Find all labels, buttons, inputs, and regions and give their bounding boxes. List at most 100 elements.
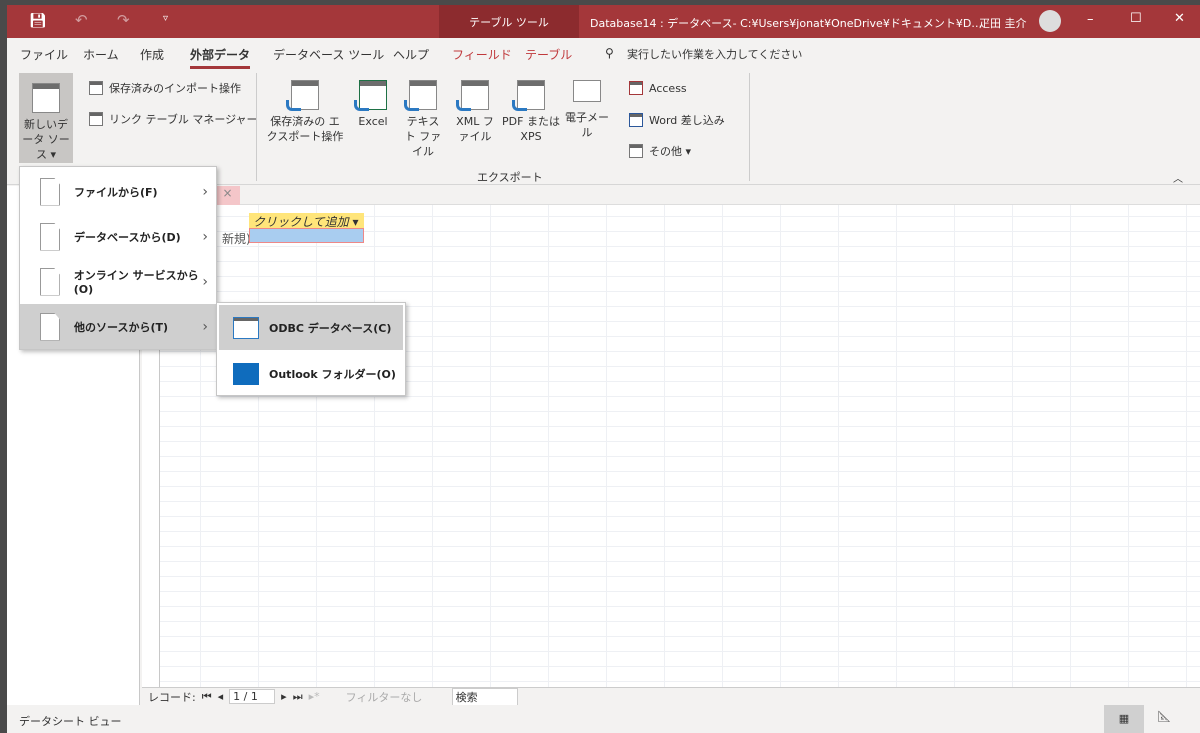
collapse-ribbon-icon[interactable]: ︿	[1173, 170, 1183, 185]
close-button[interactable]: ✕	[1174, 11, 1185, 26]
filter-status[interactable]: フィルターなし	[346, 689, 446, 705]
database-icon	[40, 222, 60, 251]
menu-item-label: ファイルから(F)	[74, 185, 158, 199]
context-tab-label: テーブル ツール	[439, 5, 579, 38]
menu-item-from-file[interactable]: ファイルから(F) ›	[20, 169, 216, 214]
export-access-button[interactable]: Access	[629, 81, 687, 95]
chevron-right-icon: ›	[202, 183, 208, 200]
tab-external-data[interactable]: 外部データ	[190, 46, 251, 69]
divider	[256, 73, 257, 181]
other-sources-submenu: ODBC データベース(C) Outlook フォルダー(O)	[216, 302, 406, 396]
close-tab-icon[interactable]: ×	[215, 186, 240, 205]
user-name[interactable]: 疋田 圭介	[979, 15, 1027, 31]
window-title: Database14 : データベース- C:¥Users¥jonat¥OneD…	[590, 17, 983, 30]
email-label: 電子メール	[565, 111, 609, 139]
more-export-button[interactable]: その他 ▾	[629, 143, 691, 159]
word-merge-label: Word 差し込み	[649, 114, 725, 127]
new-row-label: 新規)	[222, 232, 251, 246]
pdf-icon	[512, 80, 545, 111]
menu-item-label: オンライン サービスから(O)	[73, 269, 199, 296]
prev-record-icon[interactable]: ◂	[218, 690, 224, 703]
xml-file-icon	[456, 80, 489, 111]
more-label: その他 ▾	[649, 145, 692, 158]
add-column-label: クリックして追加	[253, 215, 349, 229]
export-text-button[interactable]: テキスト ファイル	[403, 80, 443, 159]
more-icon	[629, 144, 643, 158]
menu-item-label: ODBC データベース(C)	[269, 321, 392, 335]
save-icon[interactable]: 💾︎	[29, 13, 47, 29]
linked-table-manager-button[interactable]: リンク テーブル マネージャー	[89, 111, 258, 127]
word-merge-button[interactable]: Word 差し込み	[629, 112, 725, 128]
status-bar: データシート ビュー ▦ 📐︎	[7, 705, 1200, 733]
pdf-label: PDF または XPS	[502, 115, 560, 143]
menu-item-from-online-services[interactable]: オンライン サービスから(O) ›	[20, 259, 216, 304]
access-label: Access	[649, 81, 687, 95]
new-cell[interactable]	[249, 228, 364, 243]
tab-help[interactable]: ヘルプ	[393, 46, 429, 63]
menu-item-label: 他のソースから(T)	[74, 320, 169, 334]
last-record-icon[interactable]: ⏭	[293, 690, 303, 704]
menu-item-odbc[interactable]: ODBC データベース(C)	[219, 305, 403, 350]
undo-icon[interactable]: ↶	[75, 11, 88, 29]
chevron-right-icon: ›	[202, 273, 208, 290]
access-icon	[629, 81, 643, 95]
add-column-header[interactable]: クリックして追加 ▾	[249, 213, 364, 229]
view-status: データシート ビュー	[19, 715, 122, 728]
next-record-icon[interactable]: ▸	[281, 690, 287, 703]
saved-exports-label: 保存済みの エクスポート操作	[266, 115, 344, 143]
text-file-label: テキスト ファイル	[404, 115, 442, 158]
record-position-input[interactable]: 1 / 1	[229, 689, 276, 704]
saved-imports-button[interactable]: 保存済みのインポート操作	[89, 80, 241, 96]
chevron-right-icon: ›	[202, 318, 208, 335]
new-data-source-icon	[32, 83, 60, 113]
tab-file[interactable]: ファイル	[20, 46, 68, 63]
tab-home[interactable]: ホーム	[83, 46, 119, 63]
other-source-icon	[40, 312, 60, 341]
menu-item-label: データベースから(D)	[74, 230, 181, 244]
tell-me-input[interactable]: 実行したい作業を入力してください	[627, 46, 802, 62]
chevron-right-icon: ›	[202, 228, 208, 245]
menu-item-label: Outlook フォルダー(O)	[269, 367, 396, 381]
export-email-button[interactable]: 電子メール	[560, 80, 614, 140]
word-icon	[629, 113, 643, 127]
tab-fields[interactable]: フィールド	[452, 46, 512, 63]
excel-icon	[354, 80, 387, 111]
saved-exports-button[interactable]: 保存済みの エクスポート操作	[265, 80, 345, 144]
minimize-button[interactable]: –	[1087, 12, 1094, 27]
menu-item-outlook[interactable]: Outlook フォルダー(O)	[217, 351, 405, 396]
globe-icon	[40, 267, 60, 296]
customize-qat-icon[interactable]: ▿	[163, 13, 168, 24]
design-view-icon[interactable]: 📐︎	[1157, 710, 1171, 723]
maximize-button[interactable]: ☐	[1130, 11, 1142, 26]
export-group-label: エクスポート	[477, 171, 543, 184]
tab-database-tools[interactable]: データベース ツール	[273, 46, 384, 63]
file-icon	[40, 177, 60, 206]
datasheet: × 新規) クリックして追加 ▾ レコード: ⏮ ◂ 1 / 1 ▸ ⏭ ▸* フィル…	[142, 186, 1200, 706]
text-file-icon	[404, 80, 437, 111]
linked-table-label: リンク テーブル マネージャー	[109, 113, 258, 126]
export-excel-button[interactable]: Excel	[353, 80, 393, 129]
search-input[interactable]: 検索	[451, 687, 518, 706]
ribbon-tabs: ファイル ホーム 作成 外部データ データベース ツール ヘルプ フィールド テ…	[7, 38, 1200, 69]
datasheet-view-icon[interactable]: ▦	[1104, 705, 1144, 733]
export-xml-button[interactable]: XML ファイル	[455, 80, 495, 144]
new-record-icon[interactable]: ▸*	[309, 690, 320, 703]
new-data-source-label: 新しいデータ ソース ▾	[22, 118, 70, 161]
export-pdf-button[interactable]: PDF または XPS	[502, 80, 560, 144]
menu-item-from-database[interactable]: データベースから(D) ›	[20, 214, 216, 259]
odbc-icon	[233, 316, 259, 339]
avatar[interactable]	[1039, 10, 1061, 32]
saved-imports-label: 保存済みのインポート操作	[109, 82, 241, 95]
saved-exports-icon	[286, 80, 319, 111]
divider	[749, 73, 750, 181]
record-navigator: レコード: ⏮ ◂ 1 / 1 ▸ ⏭ ▸* フィルターなし 検索	[142, 687, 1200, 706]
new-data-source-menu: ファイルから(F) › データベースから(D) › オンライン サービスから(O) ›…	[19, 166, 217, 350]
tab-table[interactable]: テーブル	[525, 46, 572, 63]
menu-item-from-other-sources[interactable]: 他のソースから(T) ›	[20, 304, 216, 349]
excel-label: Excel	[358, 115, 388, 128]
new-data-source-button[interactable]: 新しいデータ ソース ▾	[19, 73, 73, 163]
first-record-icon[interactable]: ⏮	[202, 690, 212, 704]
tab-create[interactable]: 作成	[140, 46, 164, 63]
redo-icon[interactable]: ↷	[117, 11, 130, 29]
table-tab-strip: ×	[142, 186, 1200, 205]
